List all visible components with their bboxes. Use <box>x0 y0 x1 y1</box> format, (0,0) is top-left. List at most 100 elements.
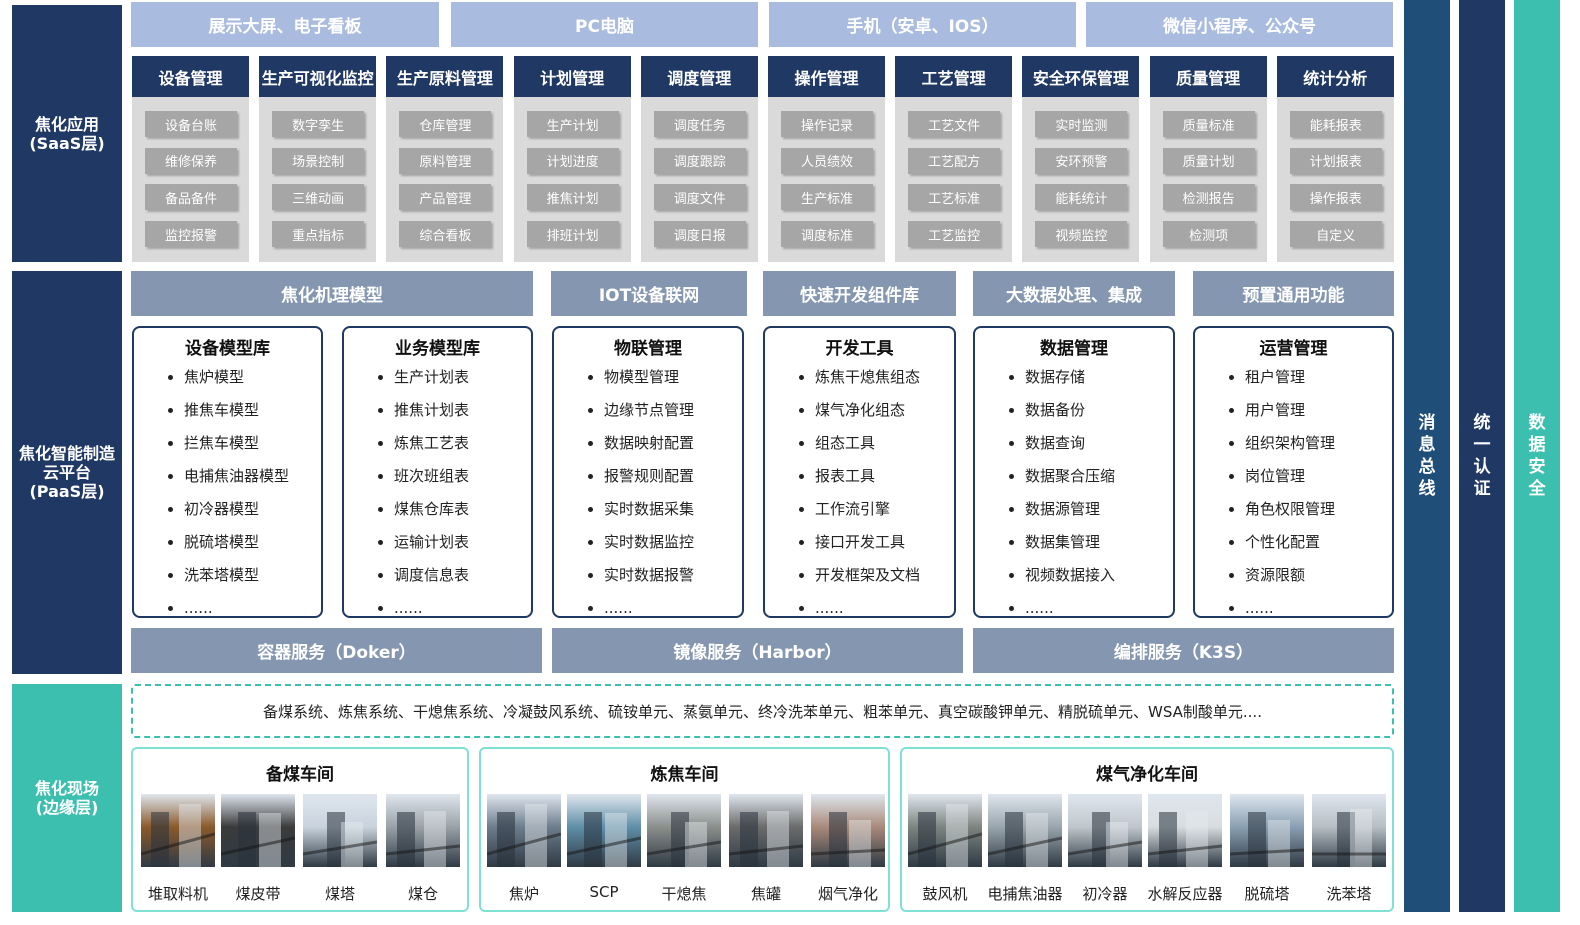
saas-module-item: 计划进度 <box>526 147 619 174</box>
saas-module-item: 调度文件 <box>653 184 746 211</box>
paas-box-list-item: 推焦车模型 <box>134 394 321 427</box>
equipment-photo <box>811 794 885 867</box>
paas-box-list-item: 数据备份 <box>975 394 1173 427</box>
saas-module: 生产可视化监控 数字孪生 场景控制 三维动画 重点指标 <box>259 56 377 262</box>
saas-module-item: 检测报告 <box>1162 184 1255 211</box>
systems-list: 备煤系统、炼焦系统、干熄焦系统、冷凝鼓风系统、硫铵单元、蒸氨单元、终冷洗苯单元、… <box>131 684 1394 738</box>
workshop-title: 煤气净化车间 <box>1096 765 1198 785</box>
saas-module-title: 工艺管理 <box>895 56 1013 97</box>
device-pc: PC电脑 <box>451 2 758 47</box>
workshop-panel: 炼焦车间 焦炉 SCP 干熄焦 焦罐 烟气净化 <box>479 747 890 912</box>
saas-module: 统计分析 能耗报表 计划报表 操作报表 自定义 <box>1276 56 1394 262</box>
paas-box-list-item: 视频数据接入 <box>975 559 1173 592</box>
saas-module-item: 设备台账 <box>145 111 237 137</box>
saas-module-title: 生产原料管理 <box>386 56 504 97</box>
saas-module-title: 质量管理 <box>1149 56 1267 97</box>
paas-box-list: 租户管理 用户管理 组织架构管理 岗位管理 角色权限管理 个性化配置 资源限额...... <box>1195 361 1392 625</box>
saas-module-title: 操作管理 <box>768 56 885 97</box>
equipment-photo <box>647 794 721 867</box>
edge-layer-label: 焦化现场 (边缘层) <box>12 684 122 912</box>
equipment-caption: 脱硫塔 <box>1244 885 1290 903</box>
saas-module-item: 生产标准 <box>781 184 873 211</box>
paas-box-list-item: 租户管理 <box>1195 361 1392 394</box>
saas-module-item: 产品管理 <box>399 184 492 211</box>
equipment-caption: 干熄焦 <box>661 885 707 903</box>
saas-module-item: 质量标准 <box>1162 111 1255 137</box>
paas-box-list-item: 焦炉模型 <box>134 361 321 394</box>
saas-module-item: 视频监控 <box>1035 221 1128 248</box>
paas-box-list-item: 岗位管理 <box>1195 460 1392 493</box>
saas-module-item: 检测项 <box>1162 221 1255 248</box>
workshop-panel: 煤气净化车间 鼓风机 电捕焦油器 初冷器 水解反应器 脱硫塔 洗苯塔 <box>900 747 1394 912</box>
equipment-illustration <box>988 812 1062 867</box>
saas-module: 生产原料管理 仓库管理 原料管理 产品管理 综合看板 <box>386 56 504 262</box>
paas-head-preset: 预置通用功能 <box>1193 271 1394 316</box>
saas-module-title: 调度管理 <box>640 56 758 97</box>
equipment-caption: 烟气净化 <box>817 885 878 903</box>
equipment-illustration <box>221 812 295 867</box>
paas-box-list-item: 调度信息表 <box>344 559 531 592</box>
paas-box: 业务模型库 生产计划表 推焦计划表 炼焦工艺表 班次班组表 煤焦仓库表 运输计划表 调度信息表… <box>342 326 533 618</box>
equipment-photo <box>1068 794 1142 867</box>
equipment-caption: 鼓风机 <box>922 885 968 903</box>
paas-box-title: 设备模型库 <box>185 339 270 359</box>
paas-box-list-item: ...... <box>554 592 742 625</box>
paas-box-list-item: 电捕焦油器模型 <box>134 460 321 493</box>
paas-box-list: 生产计划表 推焦计划表 炼焦工艺表 班次班组表 煤焦仓库表 运输计划表 调度信息表.....… <box>344 361 531 625</box>
saas-module: 设备管理 设备台账 维修保养 备品备件 监控报警 <box>132 56 249 262</box>
equipment-caption: 电捕焦油器 <box>987 885 1063 903</box>
service-container: 容器服务（Doker） <box>131 628 542 673</box>
equipment-photo <box>1148 794 1222 867</box>
equipment-illustration <box>1230 812 1304 867</box>
data-security-label: 数据安全 <box>1528 413 1546 499</box>
saas-module-item: 计划报表 <box>1289 147 1382 174</box>
paas-box: 运营管理 租户管理 用户管理 组织架构管理 岗位管理 角色权限管理 个性化配置 资源限额...… <box>1193 326 1394 618</box>
paas-box-list-item: 拦焦车模型 <box>134 427 321 460</box>
workshop-title: 备煤车间 <box>266 765 334 785</box>
paas-box-list-item: 报警规则配置 <box>554 460 742 493</box>
paas-box-list: 焦炉模型 推焦车模型 拦焦车模型 电捕焦油器模型 初冷器模型 脱硫塔模型 洗苯塔模型....… <box>134 361 321 625</box>
paas-box-title: 数据管理 <box>1040 339 1108 359</box>
equipment-caption: 堆取料机 <box>147 885 208 903</box>
paas-box-list-item: 接口开发工具 <box>765 526 954 559</box>
paas-box-list-item: 脱硫塔模型 <box>134 526 321 559</box>
saas-module: 质量管理 质量标准 质量计划 检测报告 检测项 <box>1149 56 1267 262</box>
equipment-photo <box>303 794 377 867</box>
unified-auth-label: 统一认证 <box>1473 413 1491 499</box>
equipment-caption: 焦罐 <box>750 885 781 903</box>
paas-box-list-item: 炼焦干熄焦组态 <box>765 361 954 394</box>
saas-module-item: 实时监测 <box>1035 111 1128 137</box>
saas-module-item: 排班计划 <box>526 221 619 248</box>
paas-box: 设备模型库 焦炉模型 推焦车模型 拦焦车模型 电捕焦油器模型 初冷器模型 脱硫塔模型 洗苯塔模… <box>132 326 323 618</box>
paas-layer-label: 焦化智能制造 云平台 (PaaS层) <box>12 271 122 674</box>
saas-module-item: 工艺监控 <box>908 221 1001 248</box>
paas-box-list-item: 角色权限管理 <box>1195 493 1392 526</box>
equipment-illustration <box>303 812 377 867</box>
paas-box-list-item: 数据聚合压缩 <box>975 460 1173 493</box>
paas-box-list-item: 工作流引擎 <box>765 493 954 526</box>
saas-module: 工艺管理 工艺文件 工艺配方 工艺标准 工艺监控 <box>895 56 1013 262</box>
paas-head-mechanism-model: 焦化机理模型 <box>131 271 533 316</box>
workshop-panel: 备煤车间 堆取料机 煤皮带 煤塔 煤仓 <box>131 747 469 912</box>
device-wechat: 微信小程序、公众号 <box>1086 2 1393 47</box>
paas-box: 数据管理 数据存储 数据备份 数据查询 数据聚合压缩 数据源管理 数据集管理 视频数据接入..… <box>973 326 1175 618</box>
saas-module-item: 备品备件 <box>145 184 237 211</box>
saas-module-item: 数字孪生 <box>272 111 365 137</box>
unified-auth-bar: 统一认证 <box>1459 0 1505 912</box>
paas-box-list-item: 个性化配置 <box>1195 526 1392 559</box>
equipment-caption: 煤仓 <box>407 885 438 903</box>
saas-layer-label: 焦化应用 (SaaS层) <box>12 5 122 262</box>
saas-module: 操作管理 操作记录 人员绩效 生产标准 调度标准 <box>768 56 885 262</box>
paas-head-dev-components: 快速开发组件库 <box>763 271 956 316</box>
paas-box-title: 业务模型库 <box>395 339 480 359</box>
saas-module-title: 计划管理 <box>513 56 631 97</box>
saas-module-title: 安全环保管理 <box>1022 56 1140 97</box>
saas-module-item: 操作记录 <box>781 111 873 137</box>
equipment-illustration <box>729 811 803 867</box>
paas-box-list-item: 实时数据报警 <box>554 559 742 592</box>
saas-module-item: 自定义 <box>1289 221 1382 248</box>
paas-box-list-item: 运输计划表 <box>344 526 531 559</box>
saas-module-item: 综合看板 <box>399 221 492 248</box>
equipment-photo <box>908 794 982 867</box>
paas-box-list-item: 煤焦仓库表 <box>344 493 531 526</box>
